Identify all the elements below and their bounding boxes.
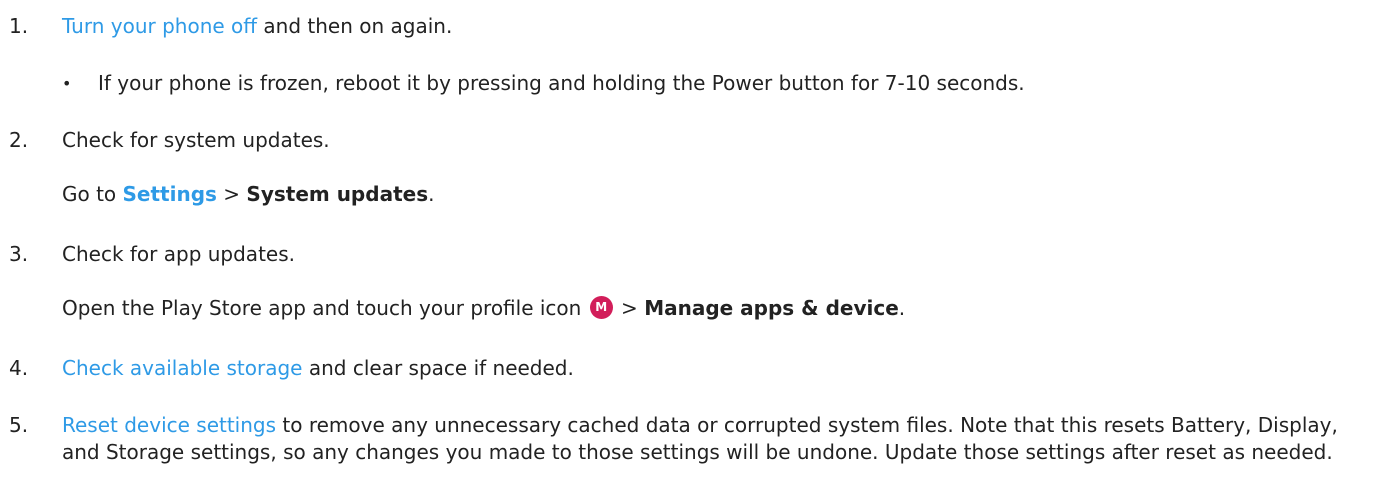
- check-storage-link[interactable]: Check available storage: [62, 356, 303, 380]
- step-1-line: Turn your phone off and then on again.: [62, 13, 452, 40]
- step-3-separator: >: [614, 296, 645, 320]
- step-3-number: 3.: [9, 242, 29, 266]
- reset-device-settings-link[interactable]: Reset device settings: [62, 413, 276, 437]
- bullet-dot: •: [62, 74, 72, 93]
- step-4-number: 4.: [9, 356, 29, 380]
- turn-phone-off-link[interactable]: Turn your phone off: [62, 14, 257, 38]
- step-2-number: 2.: [9, 128, 29, 152]
- settings-link[interactable]: Settings: [123, 182, 217, 206]
- step-4-line: Check available storage and clear space …: [62, 355, 574, 382]
- manage-apps-label: Manage apps & device: [644, 296, 899, 320]
- step-3-suffix: .: [898, 296, 906, 320]
- system-updates-label: System updates: [246, 182, 429, 206]
- step-3-prefix: Open the Play Store app and touch your p…: [62, 296, 588, 320]
- step-2-separator: >: [216, 182, 247, 206]
- step-5-paragraph: Reset device settings to remove any unne…: [62, 412, 1372, 466]
- step-2-title: Check for system updates.: [62, 128, 330, 152]
- step-2-prefix: Go to: [62, 182, 123, 206]
- troubleshooting-steps: 1. Turn your phone off and then on again…: [0, 0, 1381, 493]
- step-2-suffix: .: [428, 182, 435, 206]
- step-2-instruction: Go to Settings > System updates.: [62, 181, 434, 208]
- profile-avatar-icon: M: [589, 296, 613, 319]
- step-1-text: and then on again.: [257, 14, 453, 38]
- step-3-title: Check for app updates.: [62, 242, 295, 266]
- step-5-number: 5.: [9, 413, 29, 437]
- step-4-text: and clear space if needed.: [302, 356, 574, 380]
- step-1-sub-bullet-text: If your phone is frozen, reboot it by pr…: [98, 71, 1025, 95]
- step-1-number: 1.: [9, 14, 29, 38]
- step-3-instruction: Open the Play Store app and touch your p…: [62, 295, 905, 322]
